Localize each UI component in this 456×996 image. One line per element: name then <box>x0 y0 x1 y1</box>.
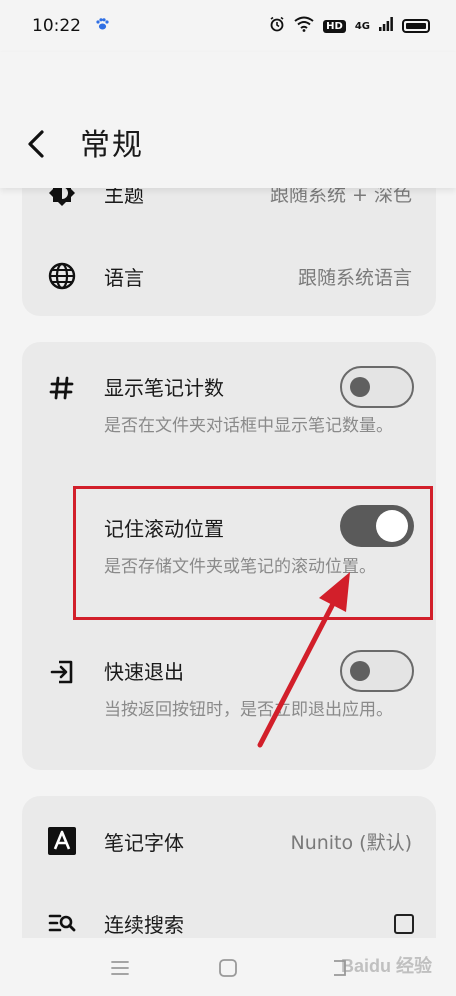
status-bar: 10:22 HD 4G <box>0 0 456 52</box>
status-icons: HD 4G <box>269 16 430 37</box>
setting-remember-scroll-label: 记住滚动位置 <box>104 517 224 541</box>
setting-quick-exit-desc: 当按返回按钮时，是否立即退出应用。 <box>104 700 393 720</box>
setting-quick-exit-label: 快速退出 <box>104 660 184 684</box>
setting-show-count-label: 显示笔记计数 <box>104 376 224 400</box>
wifi-icon <box>294 16 314 37</box>
toggle-knob <box>376 510 408 542</box>
font-icon <box>44 823 80 859</box>
quick-exit-toggle[interactable] <box>340 650 414 692</box>
battery-icon <box>402 19 430 33</box>
setting-language[interactable]: 语言 跟随系统语言 <box>22 258 436 294</box>
settings-card-behavior: 显示笔记计数 是否在文件夹对话框中显示笔记数量。 记住滚动位置 是否存储文件夹或… <box>22 342 436 770</box>
menu-nav-icon[interactable] <box>108 956 132 980</box>
setting-theme-label: 主题 <box>104 188 144 207</box>
watermark-text: Baidu 经验 <box>340 956 432 976</box>
setting-language-value: 跟随系统语言 <box>297 267 412 289</box>
setting-remember-scroll-desc: 是否存储文件夹或笔记的滚动位置。 <box>104 557 376 577</box>
remember-scroll-toggle[interactable] <box>340 505 414 547</box>
settings-card-appearance: 主题 跟随系统 + 深色 语言 跟随系统语言 <box>22 188 436 316</box>
page-title: 常规 <box>80 128 144 163</box>
theme-icon <box>44 188 80 211</box>
baidu-paw-icon <box>95 17 109 35</box>
setting-font-label: 笔记字体 <box>104 831 184 855</box>
setting-continuous-search[interactable]: 连续搜索 <box>22 905 436 938</box>
hd-badge: HD <box>323 19 346 33</box>
setting-continuous-search-label: 连续搜索 <box>104 913 184 937</box>
settings-card-editor: 笔记字体 Nunito (默认) 连续搜索 <box>22 796 436 938</box>
exit-icon <box>44 654 80 690</box>
setting-theme[interactable]: 主题 跟随系统 + 深色 <box>22 188 436 211</box>
back-button[interactable] <box>26 124 56 164</box>
home-nav-icon[interactable] <box>216 956 240 980</box>
setting-quick-exit[interactable]: 快速退出 当按返回按钮时，是否立即退出应用。 <box>22 646 436 756</box>
show-count-toggle[interactable] <box>340 366 414 408</box>
status-time: 10:22 <box>32 16 81 36</box>
setting-show-count-desc: 是否在文件夹对话框中显示笔记数量。 <box>104 416 393 436</box>
list-search-icon <box>44 905 80 938</box>
setting-font[interactable]: 笔记字体 Nunito (默认) <box>22 823 436 859</box>
settings-list[interactable]: 主题 跟随系统 + 深色 语言 跟随系统语言 显示笔记计数 是否在文件夹对话框中… <box>0 188 456 938</box>
chevron-left-icon <box>28 130 44 158</box>
setting-font-value: Nunito (默认) <box>290 832 412 854</box>
toggle-knob <box>350 377 370 397</box>
alarm-icon <box>269 16 285 37</box>
setting-remember-scroll[interactable]: 记住滚动位置 是否存储文件夹或笔记的滚动位置。 <box>22 501 436 611</box>
hashtag-icon <box>44 370 80 406</box>
system-nav-bar: Baidu 经验 <box>0 938 456 996</box>
setting-show-count[interactable]: 显示笔记计数 是否在文件夹对话框中显示笔记数量。 <box>22 362 436 472</box>
signal-icon <box>379 16 393 36</box>
toggle-knob <box>350 661 370 681</box>
network-type: 4G <box>354 20 370 32</box>
continuous-search-checkbox[interactable] <box>394 914 414 934</box>
setting-theme-value: 跟随系统 + 深色 <box>270 188 412 206</box>
globe-icon <box>44 258 80 294</box>
app-bar: 常规 <box>0 52 456 188</box>
setting-language-label: 语言 <box>104 266 144 290</box>
